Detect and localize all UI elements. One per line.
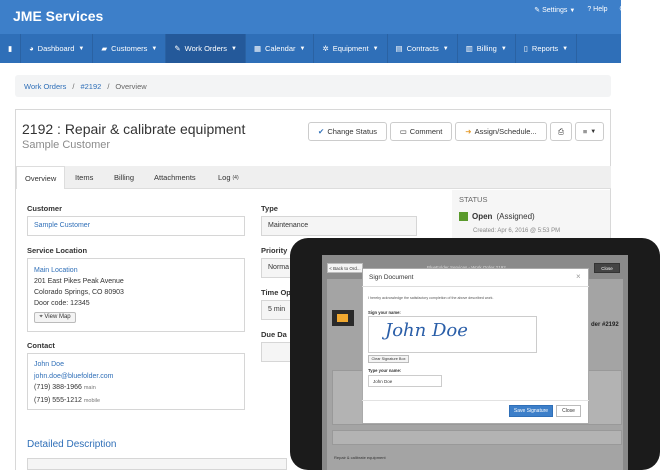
logout-link[interactable]: ⏻ Log Out [620, 6, 652, 14]
customer-link[interactable]: Sample Customer [34, 222, 90, 229]
tab-items[interactable]: Items [67, 166, 101, 189]
document-icon: ▯ [523, 44, 528, 53]
status-indicator [459, 212, 468, 221]
contact-name-link[interactable]: John Doe [34, 359, 238, 371]
view-map-button[interactable]: ⌖ View Map [34, 312, 76, 323]
priority-label: Priority [261, 246, 288, 255]
logout-icon: ⏻ [619, 6, 626, 13]
settings-link[interactable]: ✎ Settings ▼ [534, 6, 575, 14]
app-brand[interactable]: JME Services [13, 8, 103, 24]
modal-title: Sign Document [369, 274, 414, 281]
customer-subtitle: Sample Customer [22, 139, 111, 151]
time-label: Time Op [261, 288, 291, 297]
door-code: Door code: 12345 [34, 300, 90, 307]
nav-calendar[interactable]: ▦ Calendar ▼ [246, 34, 315, 63]
dashboard-icon: ◕ [29, 44, 34, 53]
service-location-box: Main Location 201 East Pikes Peak Avenue… [27, 258, 245, 332]
status-heading: STATUS [459, 195, 488, 204]
save-signature-button[interactable]: Save Signature [509, 405, 553, 417]
sign-label: Sign your name: [368, 310, 401, 315]
help-link[interactable]: ? Help [587, 6, 607, 14]
bookmark-icon: ▮ [8, 44, 13, 53]
detailed-description-heading: Detailed Description [27, 439, 117, 450]
acknowledge-text: I hereby acknowledge the satisfactory co… [368, 296, 494, 300]
tablet-close-button[interactable]: Close [594, 263, 620, 273]
contact-label: Contact [27, 341, 55, 350]
folder-icon: ▰ [101, 44, 108, 53]
nav-contracts[interactable]: ▤ Contracts ▼ [388, 34, 458, 63]
nav-bookmark[interactable]: ▮ [0, 34, 22, 63]
map-marker-icon: ⌖ [39, 314, 43, 320]
assign-schedule-button[interactable]: ➜ Assign/Schedule... [455, 122, 547, 141]
breadcrumb-number[interactable]: #2192 [80, 82, 101, 91]
logo-mark [332, 310, 354, 326]
type-field: Maintenance [261, 216, 417, 236]
contact-email-link[interactable]: john.doe@bluefolder.com [34, 371, 238, 383]
phone-mobile: (719) 555-1212 mobile [34, 396, 101, 404]
service-location-label: Service Location [27, 246, 88, 255]
description-box [27, 458, 287, 470]
type-label: Type [261, 204, 278, 213]
help-icon: ? [587, 6, 592, 13]
comment-icon: ▭ [399, 127, 407, 136]
gear-icon: ✲ [322, 44, 329, 53]
location-link[interactable]: Main Location [34, 265, 238, 276]
more-menu-button[interactable]: ≡ ▼ [575, 122, 604, 141]
breadcrumb-current: Overview [115, 81, 147, 91]
modal-close-button[interactable]: Close [556, 405, 581, 417]
contact-box: John Doe john.doe@bluefolder.com (719) 3… [27, 353, 245, 410]
page-title: 2192 : Repair & calibrate equipment [22, 121, 246, 137]
check-circle-icon: ✔ [318, 127, 325, 136]
tab-overview[interactable]: Overview [16, 166, 66, 189]
status-value: Open (Assigned) [459, 212, 535, 221]
bar-chart-icon: ▥ [465, 44, 473, 53]
nav-customers[interactable]: ▰ Customers ▼ [93, 34, 167, 63]
back-to-order-button[interactable]: < Back to Ord... [327, 263, 363, 273]
breadcrumb-work-orders[interactable]: Work Orders [24, 82, 66, 91]
due-label: Due Da [261, 330, 287, 339]
menu-icon: ≡ [582, 127, 588, 136]
tablet-bg-row: Repair & calibrate equipment [334, 455, 386, 460]
address-line-1: 201 East Pikes Peak Avenue [34, 278, 124, 285]
arrow-right-icon: ➜ [465, 127, 472, 136]
nav-dashboard[interactable]: ◕ Dashboard ▼ [21, 34, 94, 63]
comment-button[interactable]: ▭ Comment [390, 122, 452, 141]
signature-drawing: John Doe [385, 320, 468, 341]
nav-equipment[interactable]: ✲ Equipment ▼ [314, 34, 388, 63]
breadcrumb: Work Orders / #2192 / Overview [15, 75, 611, 97]
main-nav: ▮ ◕ Dashboard ▼ ▰ Customers ▼ ✎ Work Orders ▼ … [0, 34, 621, 63]
edit-icon: ✎ [174, 44, 181, 53]
address-line-2: Colorado Springs, CO 80903 [34, 289, 124, 296]
clear-signature-button[interactable]: Clear Signature Box [368, 355, 409, 363]
tab-billing[interactable]: Billing [106, 166, 142, 189]
nav-work-orders[interactable]: ✎ Work Orders ▼ [166, 34, 246, 63]
nav-reports[interactable]: ▯ Reports ▼ [516, 34, 578, 63]
change-status-button[interactable]: ✔ Change Status [308, 122, 387, 141]
print-button[interactable]: ⎙ [550, 122, 572, 141]
tab-log[interactable]: Log (4) [210, 166, 247, 189]
nav-billing[interactable]: ▥ Billing ▼ [458, 34, 516, 63]
wrench-icon: ✎ [534, 7, 541, 14]
type-name-label: Type your name: [368, 368, 402, 373]
top-links: ✎ Settings ▼ ? Help ⏻ Log Out [534, 6, 652, 14]
status-created: Created: Apr 6, 2016 @ 5:53 PM [473, 228, 561, 234]
modal-close-icon[interactable]: × [576, 272, 581, 281]
modal-footer-divider [362, 400, 589, 401]
tab-attachments[interactable]: Attachments [146, 166, 204, 189]
phone-main: (719) 388-1966 main [34, 384, 96, 391]
tablet-wo-number: der #2192 [591, 322, 619, 328]
contract-icon: ▤ [395, 44, 403, 53]
calendar-icon: ▦ [253, 44, 262, 53]
print-icon: ⎙ [558, 126, 564, 136]
customer-label: Customer [27, 204, 63, 213]
customer-field: Sample Customer [27, 216, 245, 236]
typed-name-input[interactable]: John Doe [368, 375, 442, 387]
